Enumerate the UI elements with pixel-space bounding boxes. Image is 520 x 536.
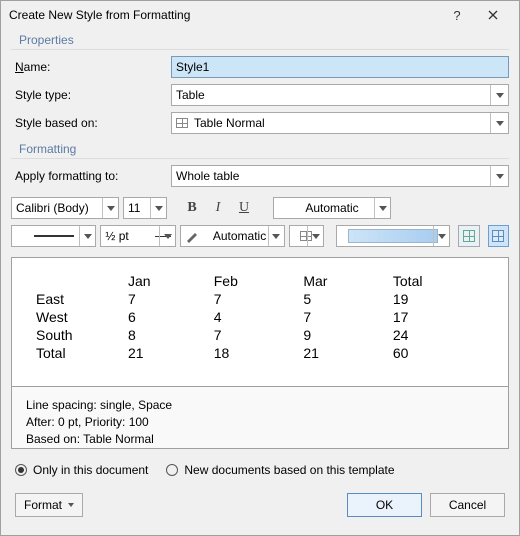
chevron-down-icon — [496, 93, 504, 98]
format-button[interactable]: Format — [15, 493, 83, 517]
cells-icon — [463, 230, 475, 242]
font-combo[interactable]: Calibri (Body) — [11, 197, 119, 219]
section-formatting: Formatting — [11, 138, 509, 159]
line-style-combo[interactable] — [11, 225, 96, 247]
table-row: Jan Feb Mar Total — [30, 272, 490, 290]
style-type-combo[interactable]: Table — [171, 84, 509, 106]
line-style-icon — [34, 235, 74, 237]
close-button[interactable] — [475, 2, 511, 28]
table-row: East77519 — [30, 290, 490, 308]
section-properties: Properties — [11, 29, 509, 50]
radio-label: New documents based on this template — [184, 463, 394, 477]
line-weight-combo[interactable]: ½ pt — [100, 225, 176, 247]
font-size-combo[interactable]: 11 — [123, 197, 167, 219]
font-toolbar: Calibri (Body) 11 B I U Automatic — [11, 197, 509, 219]
help-button[interactable]: ? — [439, 2, 475, 28]
table-row: South87924 — [30, 326, 490, 344]
label-apply-to: Apply formatting to: — [11, 169, 171, 183]
preview-mode-2[interactable] — [488, 225, 509, 247]
chevron-down-icon — [438, 234, 446, 239]
cancel-button[interactable]: Cancel — [430, 493, 505, 517]
label-style-type: Style type: — [11, 88, 171, 102]
chevron-down-icon — [107, 206, 115, 211]
cells-icon — [492, 230, 504, 242]
style-based-on-value: Table Normal — [194, 116, 265, 130]
desc-line: Based on: Table Normal — [26, 431, 494, 448]
ok-button[interactable]: OK — [347, 493, 422, 517]
shading-combo[interactable] — [336, 225, 450, 247]
style-based-on-combo[interactable]: Table Normal — [171, 112, 509, 134]
font-size-value: 11 — [128, 201, 140, 215]
italic-button[interactable]: I — [207, 197, 229, 219]
chevron-down-icon — [155, 206, 163, 211]
underline-button[interactable]: U — [233, 197, 255, 219]
line-color-combo[interactable]: Automatic — [180, 225, 285, 247]
preview-table: Jan Feb Mar Total East77519 West64717 So… — [30, 272, 490, 362]
radio-icon — [15, 464, 27, 476]
chevron-down-icon — [496, 121, 504, 126]
border-toolbar: ½ pt Automatic — [11, 225, 509, 247]
desc-line: After: 0 pt, Priority: 100 — [26, 414, 494, 431]
italic-icon: I — [216, 200, 221, 216]
label-name: Name: — [11, 60, 171, 74]
chevron-down-icon — [164, 234, 172, 239]
shading-swatch — [348, 229, 438, 243]
style-type-value: Table — [176, 88, 205, 102]
scope-radios: Only in this document New documents base… — [11, 449, 509, 493]
table-row: West64717 — [30, 308, 490, 326]
name-input[interactable] — [171, 56, 509, 78]
label-style-based-on: Style based on: — [11, 116, 171, 130]
preview-mode-1[interactable] — [458, 225, 479, 247]
apply-to-combo[interactable]: Whole table — [171, 165, 509, 187]
bold-button[interactable]: B — [181, 197, 203, 219]
format-label: Format — [24, 498, 62, 512]
chevron-down-icon — [379, 206, 387, 211]
underline-icon: U — [239, 200, 249, 216]
table-icon — [176, 118, 188, 128]
chevron-down-icon — [496, 174, 504, 179]
radio-new-docs-template[interactable]: New documents based on this template — [166, 463, 394, 477]
ok-label: OK — [376, 498, 393, 512]
desc-line: Line spacing: single, Space — [26, 397, 494, 414]
style-description: Line spacing: single, Space After: 0 pt,… — [11, 387, 509, 449]
bold-icon: B — [187, 200, 196, 216]
chevron-down-icon — [312, 234, 320, 239]
chevron-down-icon — [84, 234, 92, 239]
line-weight-value: ½ pt — [105, 229, 128, 243]
font-color-combo[interactable]: Automatic — [273, 197, 391, 219]
radio-icon — [166, 464, 178, 476]
titlebar: Create New Style from Formatting ? — [1, 1, 519, 29]
dialog: Create New Style from Formatting ? Prope… — [0, 0, 520, 536]
chevron-down-icon — [272, 234, 280, 239]
apply-to-value: Whole table — [176, 169, 239, 183]
dialog-title: Create New Style from Formatting — [9, 8, 439, 22]
table-row: Total21182160 — [30, 344, 490, 362]
borders-combo[interactable] — [289, 225, 324, 247]
pen-icon — [185, 229, 199, 243]
preview-pane: Jan Feb Mar Total East77519 West64717 So… — [11, 257, 509, 387]
radio-label: Only in this document — [33, 463, 148, 477]
font-color-value: Automatic — [278, 201, 386, 215]
cancel-label: Cancel — [449, 498, 486, 512]
radio-only-this-doc[interactable]: Only in this document — [15, 463, 148, 477]
font-value: Calibri (Body) — [16, 201, 89, 215]
close-icon — [488, 10, 498, 20]
chevron-down-icon — [68, 503, 74, 507]
button-row: Format OK Cancel — [11, 493, 509, 527]
